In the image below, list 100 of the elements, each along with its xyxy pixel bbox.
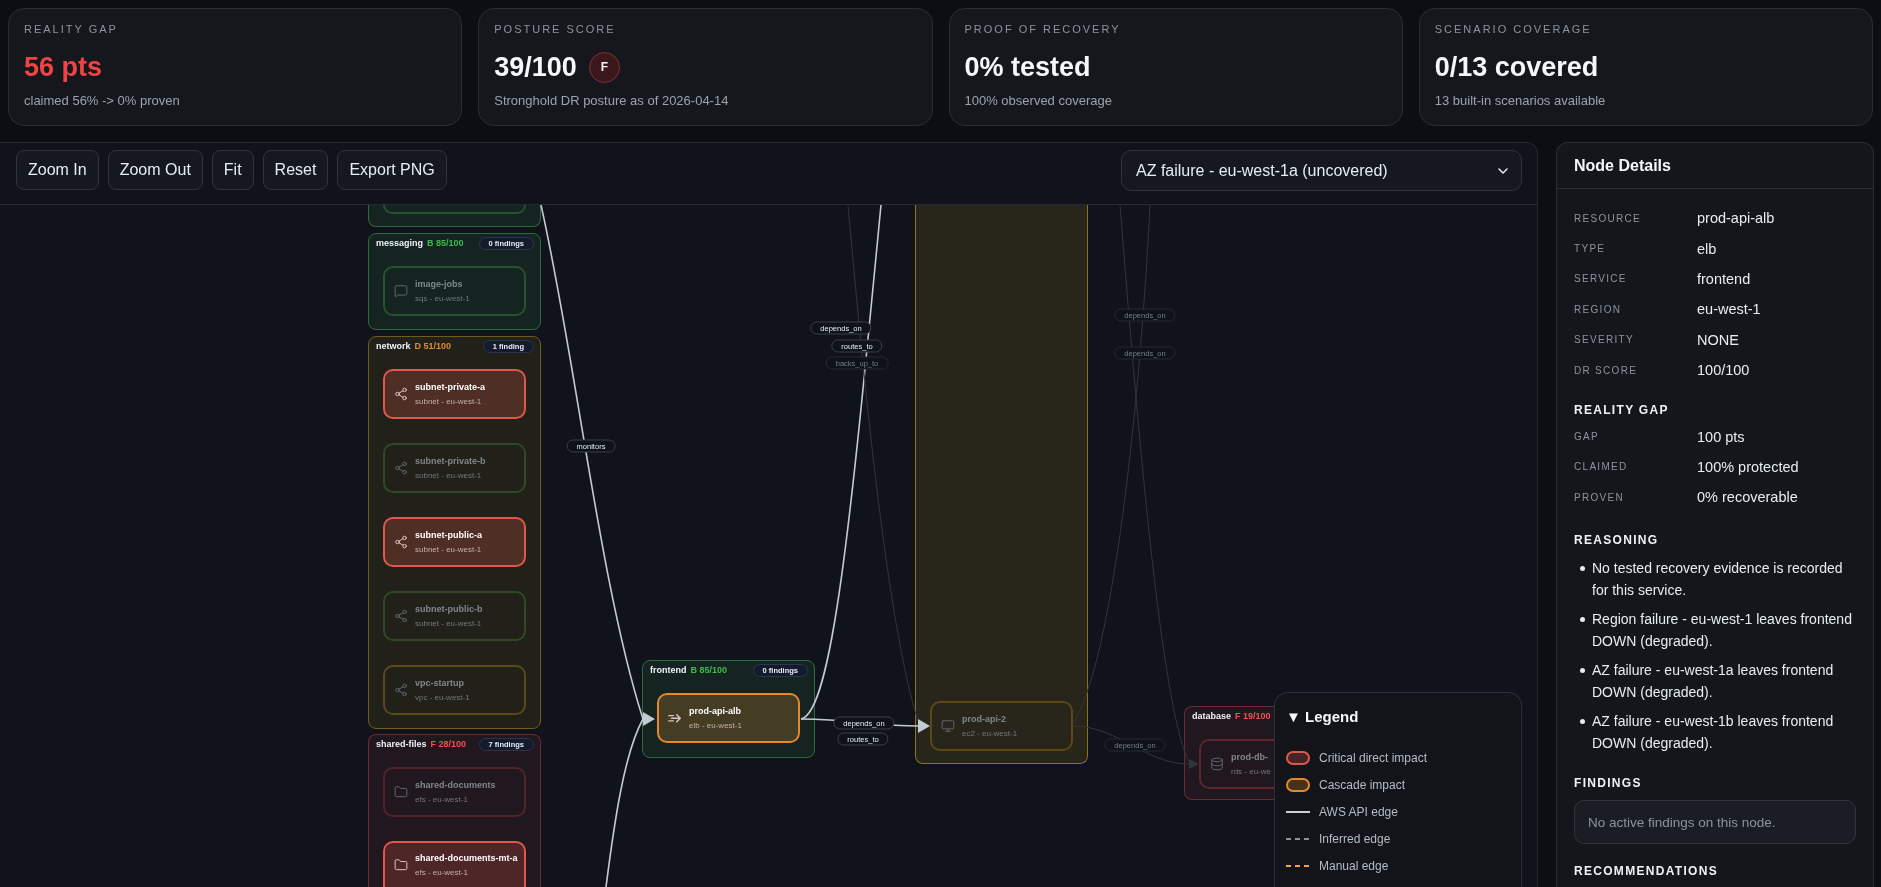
field-label: GAP xyxy=(1574,431,1601,443)
toolbar-button[interactable]: Zoom In xyxy=(16,150,99,190)
field-value: 100 pts xyxy=(1697,428,1746,445)
bullet-icon xyxy=(1580,718,1585,724)
reasoning-text: AZ failure - eu-west-1b leaves frontend DOWN (degraded). xyxy=(1592,712,1835,754)
bullet-icon xyxy=(1580,565,1585,571)
metric-label: POSTURE SCORE xyxy=(494,22,617,36)
field-value: frontend xyxy=(1697,270,1752,287)
node-subtitle: efs - eu-west-1 xyxy=(415,794,469,805)
folder-icon xyxy=(394,785,408,799)
share-nodes-icon xyxy=(394,683,408,697)
legend-label: Critical direct impact xyxy=(1319,750,1428,765)
resource-node[interactable]: subnet-public-a subnet - eu-west-1 xyxy=(383,517,526,567)
metric-label: REALITY GAP xyxy=(24,22,119,36)
metric-value: 39/100 xyxy=(494,51,577,84)
node-subtitle: subnet - eu-west-1 xyxy=(415,544,482,555)
toolbar-button[interactable]: Fit xyxy=(211,150,254,190)
section-heading: FINDINGS xyxy=(1574,774,1643,791)
database-icon xyxy=(1210,757,1224,771)
metric-note: claimed 56% -> 0% proven xyxy=(24,93,181,109)
share-nodes-icon xyxy=(394,535,408,549)
arrow-lines-icon xyxy=(668,712,682,724)
node-subtitle: subnet - eu-west-1 xyxy=(415,396,483,407)
folder-icon xyxy=(394,858,408,872)
node-title: subnet-public-b xyxy=(415,603,483,616)
section-heading: REASONING xyxy=(1574,531,1660,548)
panel-title: Node Details xyxy=(1574,156,1671,175)
metric-label: SCENARIO COVERAGE xyxy=(1434,22,1593,36)
field-label: DR SCORE xyxy=(1574,364,1639,376)
field-value: elb xyxy=(1697,240,1718,257)
node-subtitle: ec2 - eu-west-1 xyxy=(962,728,1018,739)
resource-node[interactable]: shared-documents-mt-a efs - eu-west-1 xyxy=(383,841,526,887)
legend-label: AWS API edge xyxy=(1319,804,1398,819)
field-value: 0% recoverable xyxy=(1697,489,1799,506)
node-title: prod-db- xyxy=(1231,751,1268,764)
bullet-icon xyxy=(1580,667,1585,673)
field-label: PROVEN xyxy=(1574,491,1626,503)
field-label: RESOURCE xyxy=(1574,212,1643,224)
share-nodes-icon xyxy=(394,461,408,475)
resource-node[interactable]: subnet-public-b subnet - eu-west-1 xyxy=(383,591,526,641)
node-title: image-jobs xyxy=(415,278,464,291)
reasoning-text: No tested recovery evidence is recorded for this service. xyxy=(1592,559,1844,601)
node-title: subnet-private-a xyxy=(415,381,485,394)
metric-value: 0/13 covered xyxy=(1434,51,1599,84)
field-value: 100/100 xyxy=(1697,362,1751,379)
node-subtitle: vpc - eu-west-1 xyxy=(415,692,470,703)
field-label: SEVERITY xyxy=(1574,334,1635,346)
legend-label: Cascade impact xyxy=(1319,777,1406,792)
resource-node[interactable]: prod-api-alb elb - eu-west-1 xyxy=(657,693,800,743)
node-title: subnet-private-b xyxy=(415,455,486,468)
node-subtitle: efs - eu-west-1 xyxy=(415,867,469,878)
node-title: shared-documents xyxy=(415,779,496,792)
node-subtitle: sqs - eu-west-1 xyxy=(415,293,470,304)
node-title: prod-api-2 xyxy=(962,713,1007,726)
field-value: NONE xyxy=(1697,331,1740,348)
group-score: F 19/100 xyxy=(1235,710,1271,723)
node-title: shared-documents-mt-a xyxy=(415,852,518,865)
monitor-icon xyxy=(941,719,955,733)
group-score: B 85/100 xyxy=(427,237,464,250)
resource-node[interactable] xyxy=(383,205,526,214)
node-title: vpc-startup xyxy=(415,677,465,690)
field-value: 100% protected xyxy=(1697,458,1800,475)
metric-value: 0% tested xyxy=(964,51,1091,84)
field-value: prod-api-alb xyxy=(1697,210,1776,227)
node-title: prod-api-alb xyxy=(689,705,742,718)
node-subtitle: subnet - eu-west-1 xyxy=(415,618,483,629)
resource-node[interactable]: vpc-startup vpc - eu-west-1 xyxy=(383,665,526,715)
share-nodes-icon xyxy=(394,609,408,623)
legend-label: Manual edge xyxy=(1319,858,1389,873)
resource-node[interactable]: subnet-private-b subnet - eu-west-1 xyxy=(383,443,526,493)
metric-note: Stronghold DR posture as of 2026-04-14 xyxy=(494,93,730,109)
resource-node[interactable]: shared-documents efs - eu-west-1 xyxy=(383,767,526,817)
field-value: eu-west-1 xyxy=(1697,301,1762,318)
metric-label: PROOF OF RECOVERY xyxy=(964,22,1122,36)
section-heading: RECOMMENDATIONS xyxy=(1574,863,1719,880)
empty-findings-note: No active findings on this node. xyxy=(1574,800,1856,845)
toolbar-button[interactable]: Export PNG xyxy=(337,150,447,190)
node-subtitle: elb - eu-west-1 xyxy=(689,720,742,731)
group-score: D 51/100 xyxy=(414,340,452,353)
scenario-select[interactable]: AZ failure - eu-west-1a (uncovered) xyxy=(1121,150,1522,191)
resource-node[interactable]: image-jobs sqs - eu-west-1 xyxy=(383,266,526,316)
resource-node[interactable]: prod-api-2 ec2 - eu-west-1 xyxy=(930,701,1073,751)
group-name: network xyxy=(376,340,411,353)
field-label: SERVICE xyxy=(1574,273,1628,285)
reasoning-text: AZ failure - eu-west-1a leaves frontend DOWN (degraded). xyxy=(1592,661,1835,703)
field-label: TYPE xyxy=(1574,243,1607,255)
toolbar-button[interactable]: Zoom Out xyxy=(107,150,203,190)
field-label: CLAIMED xyxy=(1574,461,1629,473)
legend-label: Inferred edge xyxy=(1319,831,1391,846)
field-label: REGION xyxy=(1574,303,1623,315)
group-name: shared-files xyxy=(376,738,427,751)
group-name: messaging xyxy=(376,237,424,250)
message-icon xyxy=(394,284,408,298)
resource-node[interactable]: subnet-private-a subnet - eu-west-1 xyxy=(383,369,526,419)
toolbar-button[interactable]: Reset xyxy=(262,150,329,190)
bullet-icon xyxy=(1580,616,1585,622)
grade-badge: F xyxy=(588,51,620,83)
reasoning-text: Region failure - eu-west-1 leaves frontend DOWN (degraded). xyxy=(1592,610,1853,652)
legend-title[interactable]: ▼ Legend xyxy=(1286,707,1507,727)
group-name: database xyxy=(1192,710,1232,723)
